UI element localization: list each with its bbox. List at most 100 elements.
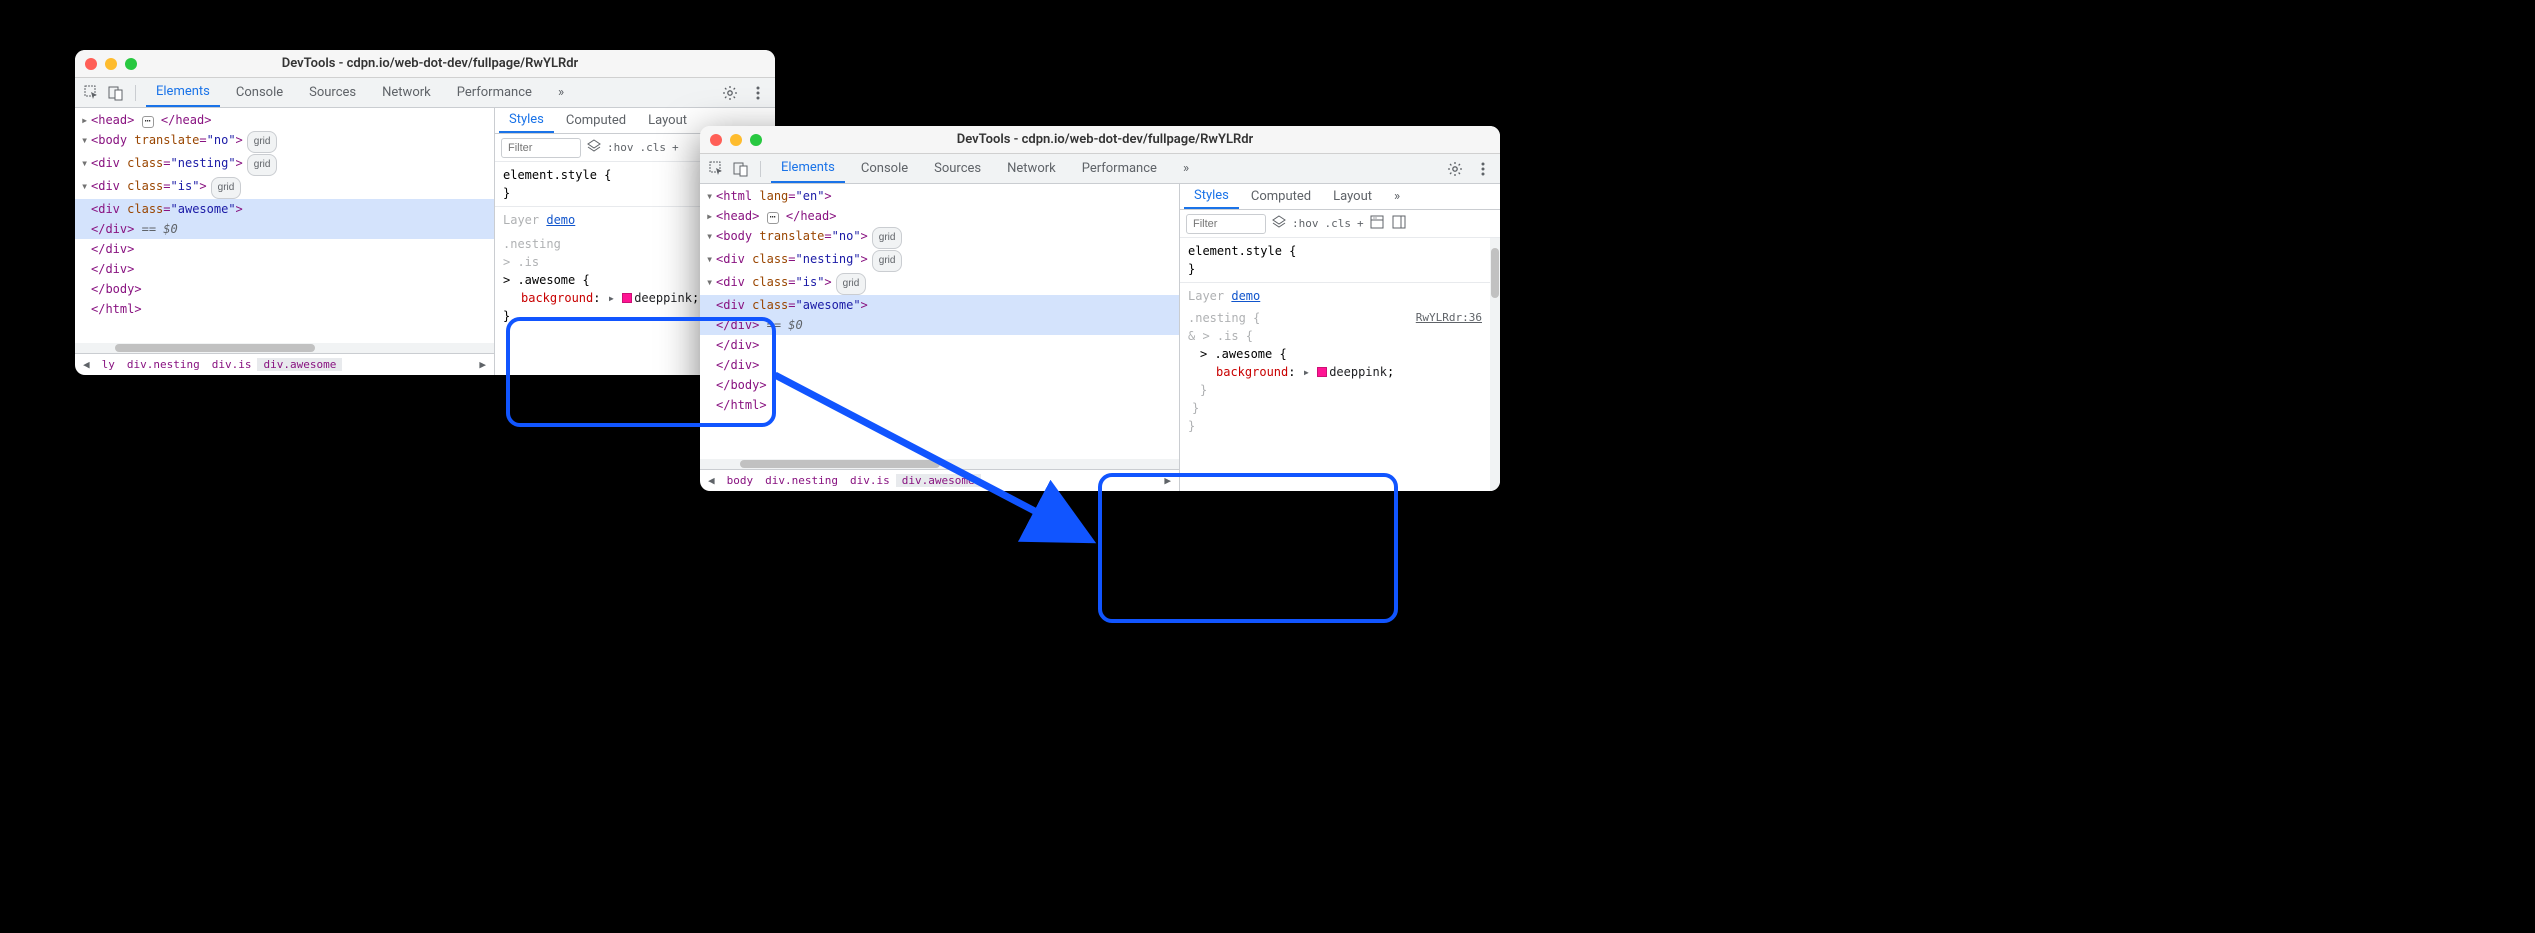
dom-node-is-close[interactable]: </div> [75,239,494,259]
layers-icon[interactable] [1272,215,1286,232]
dom-node-nesting-close[interactable]: </div> [75,259,494,279]
color-swatch-icon[interactable] [1317,367,1327,377]
breadcrumb-is[interactable]: div.is [844,474,896,487]
grid-badge[interactable]: grid [872,227,903,249]
zoom-window-icon[interactable] [750,134,762,146]
grid-badge[interactable]: grid [836,273,867,295]
horizontal-scrollbar[interactable] [700,459,1179,469]
breadcrumb-is[interactable]: div.is [206,358,258,371]
tab-sources[interactable]: Sources [924,154,991,183]
dom-node-awesome-open[interactable]: <div class="awesome"> [700,295,1179,315]
minimize-window-icon[interactable] [105,58,117,70]
cls-toggle[interactable]: .cls [640,141,667,154]
new-style-rule-icon[interactable]: + [1357,217,1364,230]
hov-toggle[interactable]: :hov [1292,217,1319,230]
subtab-more[interactable]: » [1384,184,1410,209]
breadcrumb-next-icon[interactable]: ▶ [473,358,492,371]
grid-badge[interactable]: grid [247,154,278,176]
selector-amp-is[interactable]: & > .is { [1188,327,1482,345]
grid-badge[interactable]: grid [872,250,903,272]
close-window-icon[interactable] [85,58,97,70]
gear-icon[interactable] [1446,160,1464,178]
ellipsis-icon[interactable]: ⋯ [767,212,779,224]
grid-badge[interactable]: grid [211,177,242,199]
vertical-scrollbar[interactable] [1490,238,1500,491]
subtab-layout[interactable]: Layout [1323,184,1382,209]
dom-node-body-close[interactable]: </body> [700,375,1179,395]
scrollbar-thumb[interactable] [115,344,315,352]
dom-node-head[interactable]: ▸<head> ⋯ </head> [700,206,1179,226]
layer-link[interactable]: demo [546,213,575,227]
zoom-window-icon[interactable] [125,58,137,70]
ellipsis-icon[interactable]: ⋯ [142,116,154,128]
selector-awesome[interactable]: > .awesome { [1188,345,1482,363]
dom-node-nesting[interactable]: ▾<div class="nesting">grid [700,249,1179,272]
tab-elements[interactable]: Elements [146,78,220,107]
subtab-computed[interactable]: Computed [556,108,636,133]
kebab-menu-icon[interactable] [1474,160,1492,178]
inspect-icon[interactable] [708,160,726,178]
tab-more[interactable]: » [548,78,574,107]
hov-toggle[interactable]: :hov [607,141,634,154]
subtab-styles[interactable]: Styles [499,108,554,133]
titlebar[interactable]: DevTools - cdpn.io/web-dot-dev/fullpage/… [700,126,1500,154]
dom-node-html-close[interactable]: </html> [700,395,1179,415]
layer-link[interactable]: demo [1231,289,1260,303]
breadcrumb-next-icon[interactable]: ▶ [1158,474,1177,487]
breadcrumb-nesting[interactable]: div.nesting [121,358,206,371]
dom-node-is[interactable]: ▾<div class="is">grid [75,176,494,199]
computed-sidebar-icon[interactable] [1370,215,1384,232]
dom-node-body-close[interactable]: </body> [75,279,494,299]
minimize-window-icon[interactable] [730,134,742,146]
filter-input[interactable] [501,138,581,158]
source-link[interactable]: RwYLRdr:36 [1416,309,1482,327]
gear-icon[interactable] [721,84,739,102]
grid-badge[interactable]: grid [247,131,278,153]
kebab-menu-icon[interactable] [749,84,767,102]
dom-node-awesome-close[interactable]: </div> == $0 [700,315,1179,335]
dom-node-body[interactable]: ▾<body translate="no">grid [700,226,1179,249]
dom-node-awesome-close[interactable]: </div> == $0 [75,219,494,239]
tab-elements[interactable]: Elements [771,154,845,183]
breadcrumb-prev-icon[interactable]: ◀ [702,474,721,487]
breadcrumb-prev-icon[interactable]: ◀ [77,358,96,371]
dom-tree[interactable]: ▾<html lang="en"> ▸<head> ⋯ </head> ▾<bo… [700,184,1179,459]
device-toggle-icon[interactable] [732,160,750,178]
color-swatch-icon[interactable] [622,293,632,303]
tab-performance[interactable]: Performance [447,78,542,107]
horizontal-scrollbar[interactable] [75,343,494,353]
breadcrumb-body-cut[interactable]: ly [96,358,121,371]
dom-node-nesting-close[interactable]: </div> [700,355,1179,375]
inspect-icon[interactable] [83,84,101,102]
scrollbar-thumb[interactable] [1491,248,1499,298]
dom-node-is[interactable]: ▾<div class="is">grid [700,272,1179,295]
tab-network[interactable]: Network [997,154,1066,183]
styles-body[interactable]: element.style { } Layer demo RwYLRdr:36 … [1180,238,1490,491]
dom-node-awesome-open[interactable]: <div class="awesome"> [75,199,494,219]
dom-node-is-close[interactable]: </div> [700,335,1179,355]
cls-toggle[interactable]: .cls [1325,217,1352,230]
expand-icon[interactable]: ▸ [1303,365,1310,379]
tab-performance[interactable]: Performance [1072,154,1167,183]
tab-network[interactable]: Network [372,78,441,107]
expand-icon[interactable]: ▸ [608,291,615,305]
tab-sources[interactable]: Sources [299,78,366,107]
selector-nesting[interactable]: .nesting { [1188,311,1260,325]
titlebar[interactable]: DevTools - cdpn.io/web-dot-dev/fullpage/… [75,50,775,78]
tab-console[interactable]: Console [851,154,918,183]
dom-node-nesting[interactable]: ▾<div class="nesting">grid [75,153,494,176]
tab-console[interactable]: Console [226,78,293,107]
dom-node-html-close[interactable]: </html> [75,299,494,319]
close-window-icon[interactable] [710,134,722,146]
tab-more[interactable]: » [1173,154,1199,183]
breadcrumb-awesome[interactable]: div.awesome [257,358,342,371]
dom-node-head[interactable]: ▸<head> ⋯ </head> [75,110,494,130]
dom-tree[interactable]: ▸<head> ⋯ </head> ▾<body translate="no">… [75,108,494,343]
subtab-computed[interactable]: Computed [1241,184,1321,209]
panel-layout-icon[interactable] [1392,215,1406,232]
subtab-styles[interactable]: Styles [1184,184,1239,209]
layers-icon[interactable] [587,139,601,156]
filter-input[interactable] [1186,214,1266,234]
scrollbar-thumb[interactable] [740,460,940,468]
element-style-open[interactable]: element.style { [1188,242,1482,260]
